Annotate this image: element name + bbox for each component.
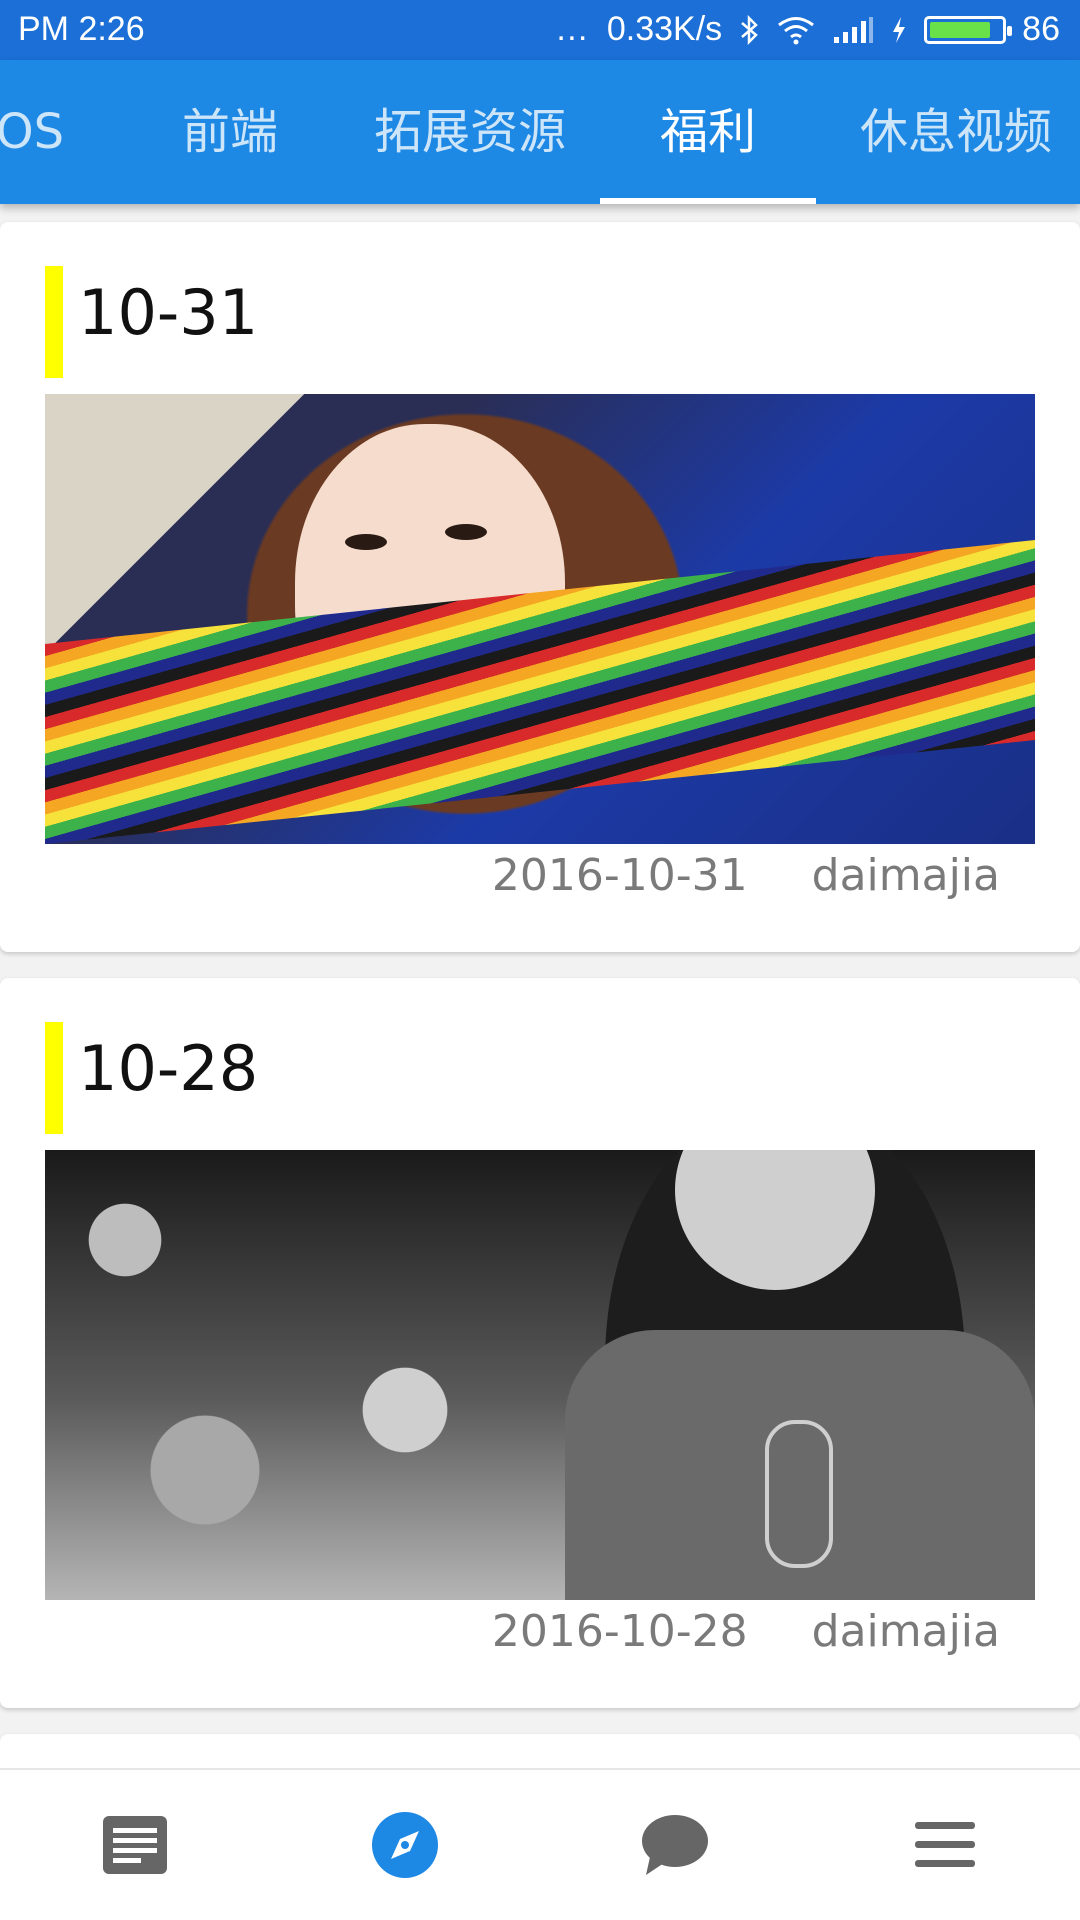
battery-fill xyxy=(930,21,991,38)
feed-card[interactable]: 10-31 2016-10-31 daimajia xyxy=(0,222,1080,952)
battery-level: 86 xyxy=(1022,10,1060,48)
feed-card[interactable]: 10-28 2016-10-28 daimajia xyxy=(0,978,1080,1708)
more-dots-icon: … xyxy=(554,10,591,48)
article-icon xyxy=(103,1816,167,1874)
nav-articles-button[interactable] xyxy=(0,1770,270,1920)
status-bar: PM 2:26 … 0.33K/s 86 xyxy=(0,0,1080,60)
chat-bubble-icon xyxy=(642,1815,708,1875)
charging-bolt-icon xyxy=(893,16,906,43)
card-accent-bar xyxy=(45,266,63,378)
card-accent-bar xyxy=(45,1022,63,1134)
photo-eye-right xyxy=(445,524,487,540)
card-author: daimajia xyxy=(811,1606,1000,1657)
tab-frontend[interactable]: 前端 xyxy=(150,60,310,204)
compass-icon xyxy=(372,1812,438,1878)
bluetooth-icon xyxy=(741,14,759,45)
photo-sunglasses xyxy=(765,1420,833,1568)
category-tab-bar: OS 前端 拓展资源 福利 休息视频 xyxy=(0,60,1080,204)
photo-eye-left xyxy=(345,534,387,550)
wifi-icon xyxy=(778,16,815,44)
card-author: daimajia xyxy=(811,850,1000,901)
tab-resources[interactable]: 拓展资源 xyxy=(360,60,580,204)
nav-menu-button[interactable] xyxy=(810,1770,1080,1920)
card-photo[interactable] xyxy=(45,394,1035,844)
status-icons: … 0.33K/s 86 xyxy=(555,10,1060,49)
status-time: PM 2:26 xyxy=(18,10,145,48)
battery-icon xyxy=(924,15,1013,44)
nav-discover-button[interactable] xyxy=(270,1770,540,1920)
card-date: 2016-10-31 xyxy=(491,850,748,901)
tab-os[interactable]: OS xyxy=(0,60,70,204)
card-photo[interactable] xyxy=(45,1150,1035,1600)
menu-icon xyxy=(915,1822,975,1867)
tab-rest-video[interactable]: 休息视频 xyxy=(846,60,1066,204)
card-meta: 2016-10-28 daimajia xyxy=(492,1606,1000,1657)
active-tab-indicator xyxy=(600,198,816,204)
card-title: 10-28 xyxy=(78,1032,259,1105)
card-date: 2016-10-28 xyxy=(491,1606,748,1657)
card-meta: 2016-10-31 daimajia xyxy=(492,850,1000,901)
tab-welfare[interactable]: 福利 xyxy=(600,60,816,204)
bottom-navigation xyxy=(0,1768,1080,1920)
nav-chat-button[interactable] xyxy=(540,1770,810,1920)
signal-icon xyxy=(834,16,874,43)
card-title: 10-31 xyxy=(78,276,259,349)
network-speed: 0.33K/s xyxy=(606,10,723,48)
